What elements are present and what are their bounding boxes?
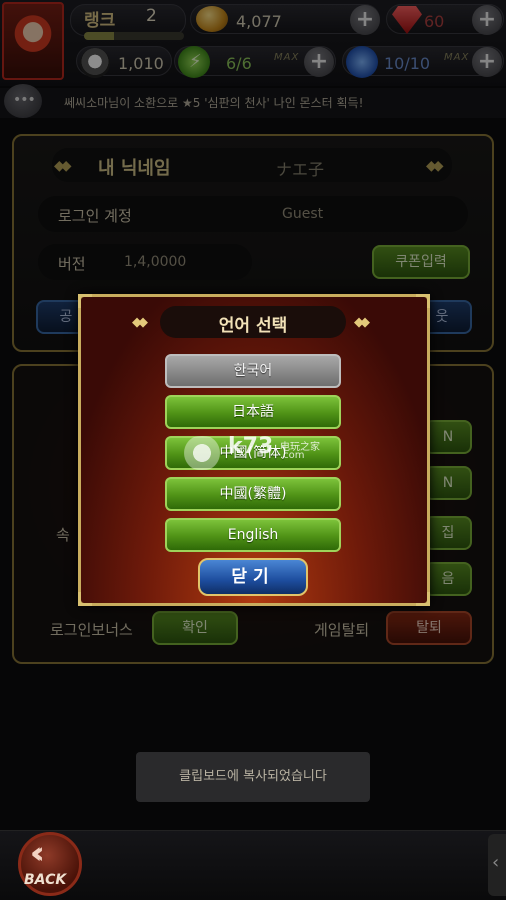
ornament-left-icon: ◆◆: [132, 315, 148, 330]
watermark-logo-icon: [178, 436, 226, 470]
ornament-right-icon: ◆◆: [354, 315, 370, 330]
corner-ornament: [416, 294, 430, 308]
language-option[interactable]: English: [165, 518, 341, 552]
language-option[interactable]: 日本語: [165, 395, 341, 429]
double-chevron-left-icon: ‹‹: [30, 836, 44, 871]
corner-ornament: [416, 592, 430, 606]
back-label: BACK: [24, 872, 67, 888]
corner-ornament: [78, 294, 92, 308]
language-option[interactable]: 한국어: [165, 354, 341, 388]
watermark-domain: .com: [280, 450, 305, 461]
clipboard-toast: 클립보드에 복사되었습니다: [136, 752, 370, 802]
close-button[interactable]: 닫기: [198, 558, 308, 596]
chevron-left-icon: ‹: [492, 852, 500, 873]
modal-title: 언어 선택: [218, 316, 288, 336]
language-option[interactable]: 中國(繁體): [165, 477, 341, 511]
corner-ornament: [78, 592, 92, 606]
watermark-brand: k73: [228, 434, 274, 459]
